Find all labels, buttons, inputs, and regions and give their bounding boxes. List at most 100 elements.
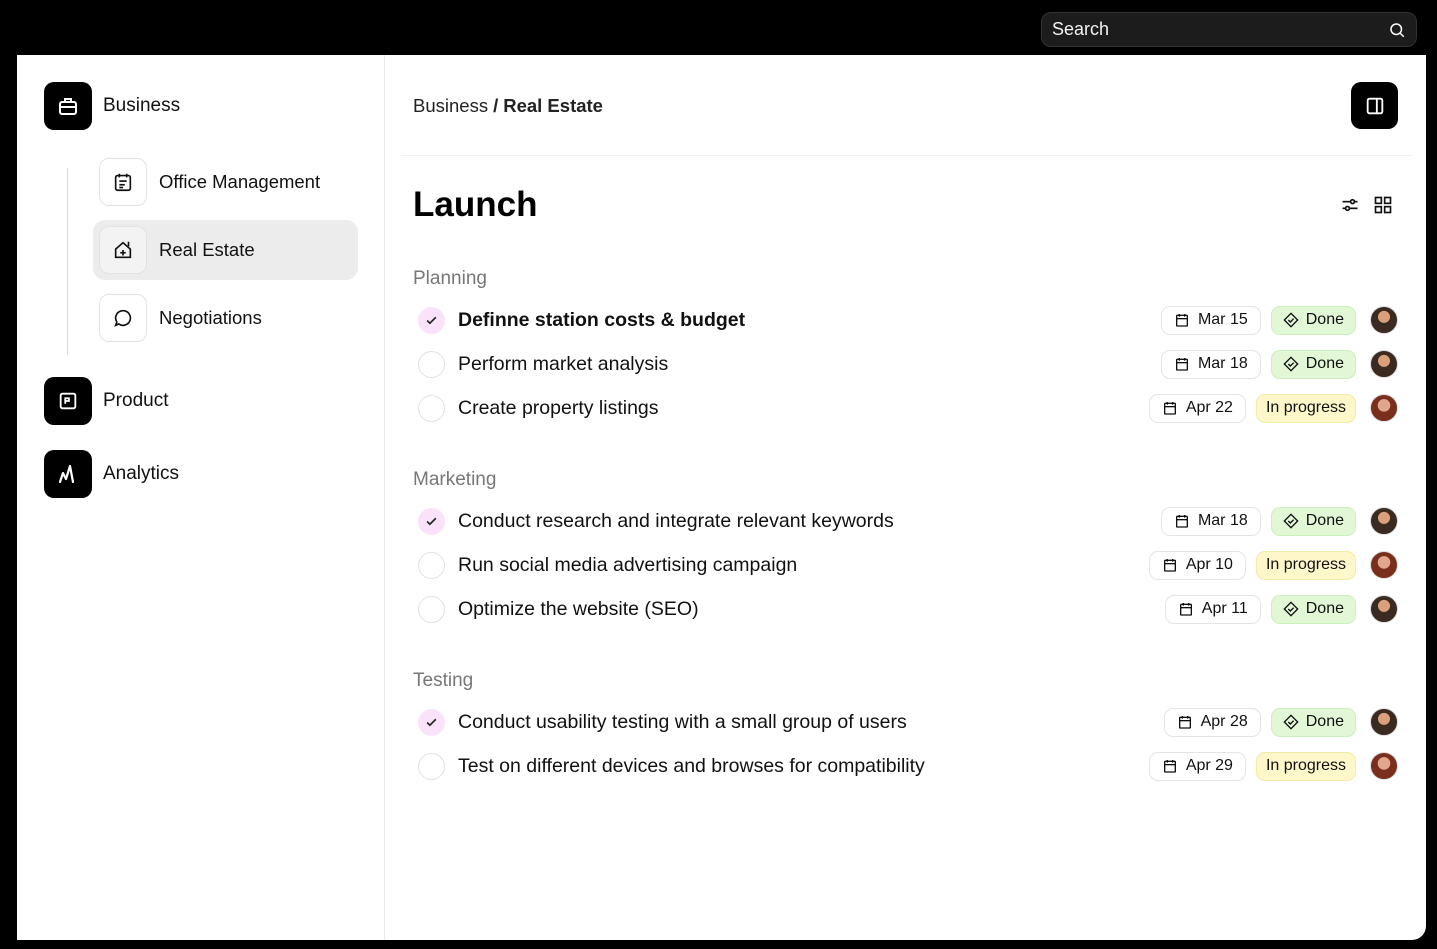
section-title: Marketing [413,469,497,490]
task-row: Test on different devices and browses fo… [413,744,1398,788]
task-checkbox[interactable] [418,507,445,535]
done-status-icon [1283,312,1299,328]
calendar-icon [1163,402,1176,415]
status-badge[interactable]: In progress [1255,550,1356,580]
calendar-icon [1163,559,1176,572]
status-badge[interactable]: Done [1270,506,1356,536]
avatar[interactable] [1370,350,1398,378]
done-status-icon [1283,513,1299,529]
sidebar-item-label: Negotiations [159,307,262,328]
sidebar: Business Office Management Real Estate N… [17,55,385,940]
due-date: Apr 11 [1201,600,1248,617]
task-checkbox[interactable] [418,350,445,378]
task-checkbox[interactable] [418,394,445,422]
section-testing: Testing Conduct usability testing with a… [413,670,1398,788]
status-badge[interactable]: Done [1270,594,1356,624]
avatar[interactable] [1370,708,1398,736]
breadcrumb-separator: / [493,95,499,116]
calendar-icon [1175,515,1188,528]
task-label[interactable]: Definne station costs & budget [458,309,745,332]
task-row: Create property listings Apr 22 In progr… [413,386,1398,430]
calendar-icon [1178,716,1191,729]
sidebar-group-business[interactable]: Business [44,82,180,130]
sidebar-item-negotiations[interactable]: Negotiations [93,288,358,348]
status-badge[interactable]: In progress [1255,393,1356,423]
due-date-chip[interactable]: Mar 15 [1160,305,1261,335]
check-icon [426,718,437,726]
calendar-icon [1175,358,1188,371]
task-label[interactable]: Conduct usability testing with a small g… [458,711,907,734]
due-date-chip[interactable]: Apr 29 [1148,751,1246,781]
breadcrumb-parent[interactable]: Business [413,95,488,117]
search-icon[interactable] [1388,21,1406,39]
sidebar-item-office-management[interactable]: Office Management [93,152,358,212]
status-badge[interactable]: Done [1270,305,1356,335]
avatar[interactable] [1370,752,1398,780]
filter-button[interactable] [1338,193,1362,217]
task-checkbox[interactable] [418,595,445,623]
task-checkbox[interactable] [418,708,445,736]
sidebar-group-label: Business [103,95,181,116]
grid-view-button[interactable] [1371,193,1395,217]
avatar[interactable] [1370,595,1398,623]
task-checkbox[interactable] [418,306,445,334]
avatar[interactable] [1370,551,1398,579]
app-window: Business Office Management Real Estate N… [17,55,1426,940]
task-label[interactable]: Run social media advertising campaign [458,554,797,577]
task-row: Optimize the website (SEO) Apr 11 Done [413,587,1398,631]
status-badge[interactable]: In progress [1255,751,1356,781]
sidebar-item-real-estate[interactable]: Real Estate [93,220,358,280]
status-badge[interactable]: Done [1270,707,1356,737]
breadcrumb-current: Real Estate [503,95,603,116]
toggle-panel-button[interactable] [1351,82,1398,129]
main-content: Business / Real Estate Launch Planning D… [386,55,1426,940]
sidebar-item-label: Office Management [159,171,321,192]
grid-icon [1374,196,1392,214]
avatar[interactable] [1370,394,1398,422]
avatar[interactable] [1370,306,1398,334]
section-planning: Planning Definne station costs & budget … [413,268,1398,430]
task-row: Run social media advertising campaign Ap… [413,543,1398,587]
status-label: Done [1305,600,1344,617]
due-date-chip[interactable]: Mar 18 [1160,506,1261,536]
task-label[interactable]: Create property listings [458,397,659,420]
sidebar-panel-icon [1366,97,1383,114]
check-icon [426,316,437,324]
section-title: Testing [413,670,474,691]
due-date-chip[interactable]: Mar 18 [1160,349,1261,379]
sidebar-group-label: Product [103,390,169,411]
task-checkbox[interactable] [418,551,445,579]
due-date: Mar 18 [1197,355,1248,372]
task-label[interactable]: Conduct research and integrate relevant … [458,510,894,533]
status-label: Done [1305,713,1344,730]
task-checkbox[interactable] [418,752,445,780]
avatar[interactable] [1370,507,1398,535]
house-icon [99,226,147,274]
task-label[interactable]: Test on different devices and browses fo… [458,755,925,778]
status-label: Done [1305,355,1344,372]
due-date-chip[interactable]: Apr 11 [1164,594,1261,624]
due-date: Apr 22 [1185,399,1233,416]
due-date-chip[interactable]: Apr 10 [1148,550,1246,580]
due-date: Apr 10 [1185,556,1233,573]
sidebar-group-product[interactable]: Product [44,377,168,425]
search-bar[interactable] [1041,12,1417,47]
task-row: Conduct research and integrate relevant … [413,499,1398,543]
due-date-chip[interactable]: Apr 28 [1163,707,1261,737]
search-input[interactable] [1052,19,1388,40]
due-date: Apr 28 [1200,713,1248,730]
done-status-icon [1283,714,1299,730]
done-status-icon [1283,601,1299,617]
task-label[interactable]: Perform market analysis [458,353,668,376]
product-icon [44,377,92,425]
status-badge[interactable]: Done [1270,349,1356,379]
calendar-icon [1179,603,1192,616]
sliders-icon [1342,198,1358,212]
task-row: Conduct usability testing with a small g… [413,700,1398,744]
status-label: In progress [1265,399,1346,416]
section-marketing: Marketing Conduct research and integrate… [413,469,1398,631]
analytics-icon [44,450,92,498]
sidebar-group-analytics[interactable]: Analytics [44,450,179,498]
task-label[interactable]: Optimize the website (SEO) [458,598,699,621]
due-date-chip[interactable]: Apr 22 [1148,393,1246,423]
